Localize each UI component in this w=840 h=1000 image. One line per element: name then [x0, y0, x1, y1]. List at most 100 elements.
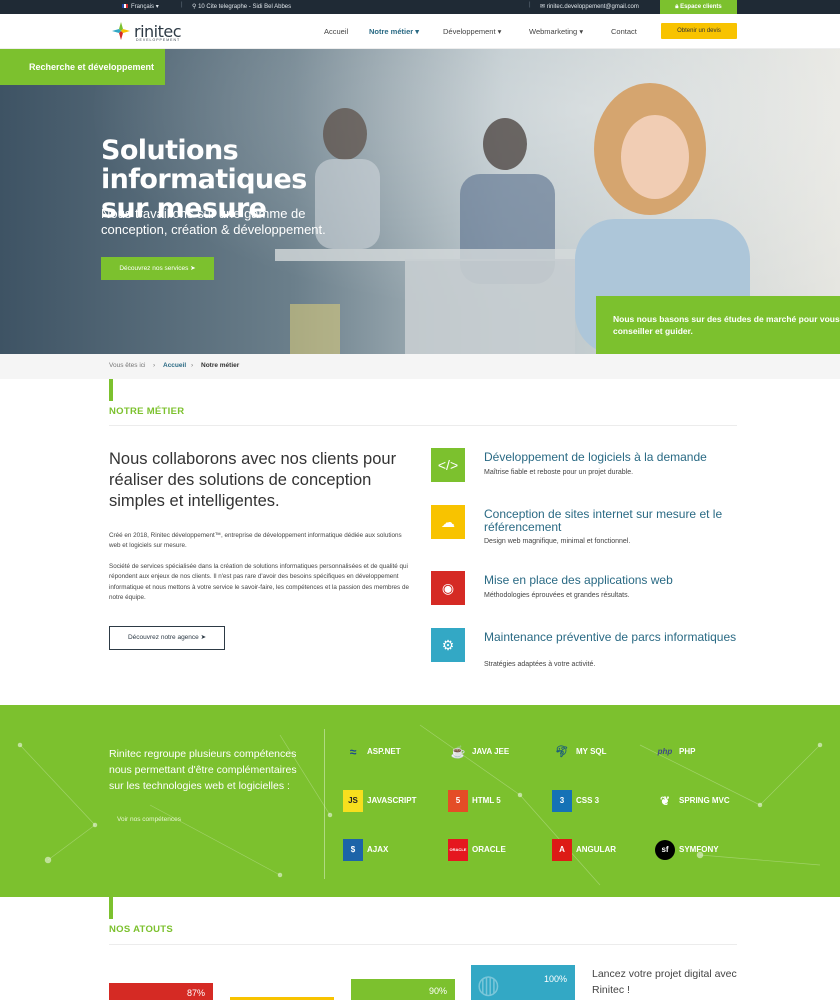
- spring-leaf-icon: ❦: [659, 794, 671, 808]
- nav-developpement-label: Développement: [443, 27, 496, 36]
- tech-description: Rinitec regroupe plusieurs compétences n…: [109, 748, 297, 792]
- tech-label: AJAX: [367, 845, 389, 855]
- chevron-down-icon: ▾: [497, 27, 502, 36]
- divider: |: [181, 2, 183, 8]
- tech-item-spring: ❦ SPRING MVC: [655, 790, 730, 812]
- tech-label: HTML 5: [472, 796, 501, 806]
- logo-mark-icon: [112, 22, 130, 40]
- chevron-down-icon: ▾: [579, 27, 584, 36]
- service-title[interactable]: Conception de sites internet sur mesure …: [484, 508, 739, 534]
- html5-icon: 5: [448, 790, 468, 812]
- gear-icon: ⚙: [431, 628, 465, 662]
- devis-button[interactable]: Obtenir un devis: [661, 23, 737, 39]
- breadcrumb-home[interactable]: Accueil: [163, 362, 186, 369]
- language-label: Français: [131, 4, 155, 10]
- agence-button[interactable]: Découvrez notre agence ➤: [109, 626, 225, 650]
- french-flag-icon: [122, 4, 128, 8]
- tech-label: SYMFONY: [679, 845, 719, 854]
- hero-title-line1: Solutions informatiques: [101, 135, 307, 195]
- breadcrumb-separator: ›: [153, 362, 156, 369]
- angular-icon: A: [552, 839, 572, 861]
- globe-icon: ◍: [477, 969, 500, 999]
- javascript-icon: JS: [343, 790, 363, 812]
- tech-label: ANGULAR: [576, 845, 616, 855]
- tech-item-mysql: 🐬︎ MY SQL: [552, 741, 607, 763]
- css3-icon: 3: [552, 790, 572, 812]
- mysql-icon: 🐬︎: [555, 746, 569, 758]
- service-desc: Design web magnifique, minimal et foncti…: [484, 538, 631, 545]
- hero-tab-label: Recherche et développement: [0, 49, 165, 85]
- ajax-icon: $: [343, 839, 363, 861]
- tech-item-angular: A ANGULAR: [552, 839, 616, 861]
- tech-item-javascript: JS JAVASCRIPT: [343, 790, 417, 812]
- service-desc: Stratégies adaptées à votre activité.: [484, 661, 596, 668]
- metier-intro: Nous collaborons avec nos clients pour r…: [109, 450, 397, 510]
- location-pin-icon: ⚲: [192, 4, 197, 10]
- cloud-upload-icon: ☁: [431, 505, 465, 539]
- tech-item-ajax: $ AJAX: [343, 839, 388, 861]
- logo[interactable]: rinitec DEVELOPPEMENT: [112, 22, 184, 44]
- tech-label: CSS 3: [576, 796, 600, 806]
- php-icon: php: [657, 747, 673, 756]
- tech-label: ORACLE: [472, 845, 506, 855]
- atout-card: ◍ 100%: [471, 965, 575, 1000]
- email-link[interactable]: ✉ rinitec.developpement@gmail.com: [540, 3, 639, 10]
- section-divider: [109, 944, 737, 945]
- tech-item-symfony: sf SYMFONY: [655, 839, 719, 861]
- envelope-icon: ✉: [540, 4, 546, 10]
- service-title[interactable]: Mise en place des applications web: [484, 574, 739, 587]
- chevron-down-icon: ▾: [415, 27, 420, 36]
- language-selector[interactable]: Français ▾: [122, 3, 159, 10]
- nav-webmarketing[interactable]: Webmarketing ▾: [529, 27, 583, 36]
- tech-divider: [324, 729, 325, 879]
- section-title-atouts: NOS ATOUTS: [109, 924, 174, 935]
- service-title[interactable]: Maintenance préventive de parcs informat…: [484, 631, 739, 644]
- paper-plane-icon: ➤: [200, 634, 207, 641]
- nav-notre-metier[interactable]: Notre métier ▾: [369, 27, 419, 36]
- tech-item-oracle: ORACLE ORACLE: [448, 839, 506, 861]
- atout-percent: 100%: [543, 974, 567, 984]
- address-text: 10 Cite telegraphe - Sidi Bel Abbes: [198, 4, 292, 10]
- breadcrumb-current: Notre métier: [201, 362, 240, 369]
- paper-plane-icon: ➤: [190, 265, 196, 272]
- divider: |: [529, 2, 531, 8]
- section-accent-bar: [109, 379, 113, 401]
- hero-services-button[interactable]: Découvrez nos services ➤: [101, 257, 214, 280]
- nav-contact[interactable]: Contact: [611, 27, 637, 36]
- service-desc: Méthodologies éprouvées et grandes résul…: [484, 592, 630, 599]
- metier-paragraph-2: Société de services spécialisée dans la …: [109, 563, 409, 601]
- breadcrumb-prefix: Vous êtes ici: [109, 362, 146, 369]
- tech-item-php: php PHP: [655, 741, 696, 763]
- nav-webmarketing-label: Webmarketing: [529, 27, 578, 36]
- breadcrumb: Vous êtes ici › Accueil › Notre métier: [0, 354, 840, 379]
- tech-label: JAVASCRIPT: [367, 796, 417, 806]
- hero-subtitle: Nous travaillons sur une gamme de concep…: [101, 206, 326, 237]
- technologies-section: Rinitec regroupe plusieurs compétences n…: [0, 705, 840, 897]
- espace-clients-label: Espace clients: [680, 4, 722, 10]
- address: ⚲ 10 Cite telegraphe - Sidi Bel Abbes: [192, 3, 291, 10]
- service-desc: Maîtrise fiable et reboste pour un proje…: [484, 469, 634, 476]
- atout-percent: 87%: [186, 988, 205, 998]
- service-title[interactable]: Développement de logiciels à la demande: [484, 451, 739, 464]
- java-icon: ☕: [450, 745, 466, 759]
- tech-item-css3: 3 CSS 3: [552, 790, 599, 812]
- nav-accueil[interactable]: Accueil: [324, 27, 348, 36]
- oracle-icon: ORACLE: [448, 839, 468, 861]
- breadcrumb-separator: ›: [191, 362, 194, 369]
- code-icon: </>: [431, 448, 465, 482]
- symfony-icon: sf: [655, 839, 675, 860]
- tech-label: JAVA JEE: [472, 747, 510, 757]
- hero-services-label: Découvrez nos services: [119, 265, 189, 272]
- tech-competences-link[interactable]: Voir nos compétences: [117, 816, 181, 823]
- atout-card: 90%: [351, 979, 455, 1000]
- espace-clients-button[interactable]: 🔒︎ Espace clients: [660, 0, 737, 14]
- tech-item-java: ☕ JAVA JEE: [448, 741, 510, 763]
- tech-label: ASP.NET: [367, 747, 401, 757]
- nav-developpement[interactable]: Développement ▾: [443, 27, 501, 36]
- email-text: rinitec.developpement@gmail.com: [546, 4, 639, 10]
- section-title-metier: NOTRE MÉTIER: [109, 406, 185, 417]
- nav-notre-metier-label: Notre métier: [369, 27, 414, 36]
- metier-paragraph-1: Créé en 2018, Rinitec développement™, en…: [109, 532, 402, 550]
- lock-icon: 🔒︎: [675, 4, 679, 10]
- site-header: rinitec DEVELOPPEMENT Accueil Notre méti…: [0, 14, 840, 49]
